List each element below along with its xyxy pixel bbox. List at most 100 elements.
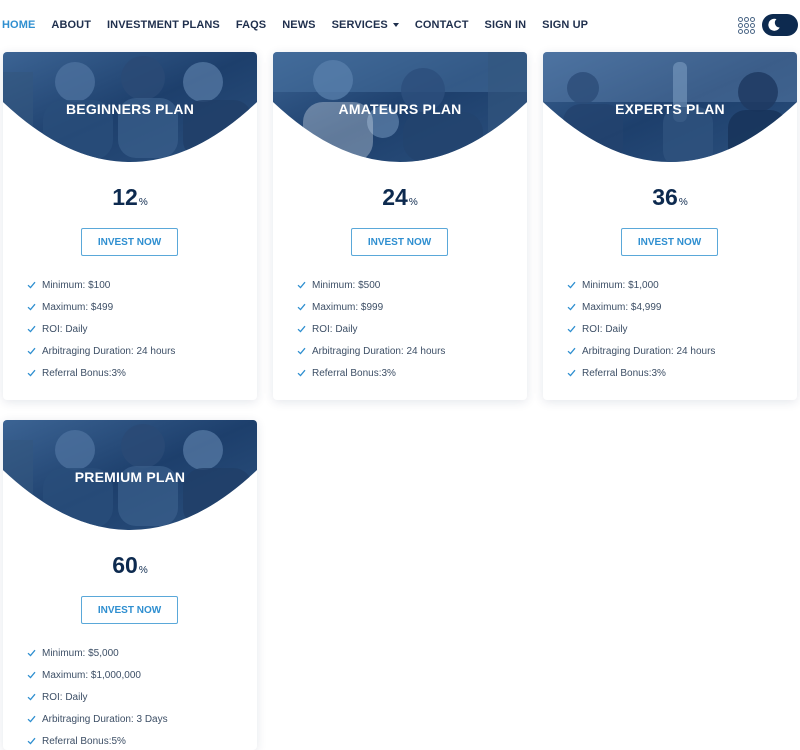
plan-card-premium: PREMIUM PLAN 60% INVEST NOW Minimum: $5,… [3,420,257,750]
plan-rate-unit: % [138,565,148,576]
feature-text: ROI: Daily [312,323,358,335]
nav-news[interactable]: NEWS [282,19,315,31]
feature-text: Maximum: $1,000,000 [42,669,141,681]
check-icon [297,325,306,333]
feature-text: Minimum: $500 [312,279,381,291]
feature-item: Arbitraging Duration: 24 hours [567,340,715,362]
check-icon [27,693,36,701]
top-navbar: HOME ABOUT INVESTMENT PLANS FAQS NEWS SE… [0,0,800,50]
feature-item: Minimum: $5,000 [27,642,168,664]
feature-text: Minimum: $5,000 [42,647,119,659]
check-icon [567,281,576,289]
chevron-down-icon [392,23,399,27]
check-icon [297,303,306,311]
feature-text: Arbitraging Duration: 3 Days [42,713,168,725]
feature-item: Minimum: $100 [27,274,175,296]
plan-rate: 24% [273,184,527,211]
nav-sign-in-label: SIGN IN [484,19,527,31]
check-icon [27,671,36,679]
check-icon [567,369,576,377]
plan-rate-value: 24 [382,184,408,210]
feature-item: ROI: Daily [567,318,715,340]
invest-now-button[interactable]: INVEST NOW [81,228,178,256]
plan-rate-unit: % [138,197,148,208]
nav-services[interactable]: SERVICES [332,19,399,31]
plan-header-image: BEGINNERS PLAN [3,52,257,166]
feature-item: Maximum: $999 [297,296,445,318]
nav-investment-plans[interactable]: INVESTMENT PLANS [107,19,220,31]
nav-sign-up-label: SIGN UP [542,19,589,31]
check-icon [27,281,36,289]
feature-item: Referral Bonus:3% [27,362,175,384]
plan-rate: 36% [543,184,797,211]
feature-text: Maximum: $4,999 [582,301,662,313]
check-icon [297,281,306,289]
plan-rate: 60% [3,552,257,579]
feature-item: Referral Bonus:3% [567,362,715,384]
plan-card-amateurs: AMATEURS PLAN 24% INVEST NOW Minimum: $5… [273,52,527,400]
invest-now-button[interactable]: INVEST NOW [351,228,448,256]
feature-text: ROI: Daily [42,691,88,703]
nav-contact-label: CONTACT [414,19,469,31]
plan-card-beginners: BEGINNERS PLAN 12% INVEST NOW Minimum: $… [3,52,257,400]
dark-mode-toggle[interactable] [762,14,798,36]
plan-rate: 12% [3,184,257,211]
check-icon [27,369,36,377]
nav-about[interactable]: ABOUT [51,19,91,31]
plan-features-list: Minimum: $5,000 Maximum: $1,000,000 ROI:… [27,642,168,750]
plan-header-image: AMATEURS PLAN [273,52,527,166]
plan-title: PREMIUM PLAN [74,469,186,485]
nav-contact[interactable]: CONTACT [415,19,469,31]
feature-item: Maximum: $4,999 [567,296,715,318]
check-icon [27,347,36,355]
plan-rate-unit: % [678,197,688,208]
plan-features-list: Minimum: $1,000 Maximum: $4,999 ROI: Dai… [567,274,715,384]
plan-rate-unit: % [408,197,418,208]
check-icon [27,303,36,311]
nav-sign-up[interactable]: SIGN UP [542,19,588,31]
nav-faqs[interactable]: FAQS [236,19,266,31]
toggle-knob [779,17,795,33]
plan-title: EXPERTS PLAN [615,101,725,117]
nav-home[interactable]: HOME [2,19,35,31]
plan-rate-value: 12 [112,184,138,210]
feature-item: Referral Bonus:5% [27,730,168,750]
feature-item: Minimum: $500 [297,274,445,296]
feature-item: ROI: Daily [27,686,168,708]
plan-rate-value: 60 [112,552,138,578]
nav-about-label: ABOUT [51,19,92,31]
feature-item: Arbitraging Duration: 24 hours [297,340,445,362]
nav-home-label: HOME [2,19,36,31]
feature-text: Referral Bonus:3% [312,367,396,379]
check-icon [297,369,306,377]
nav-sign-in[interactable]: SIGN IN [485,19,527,31]
feature-text: Referral Bonus:3% [582,367,666,379]
plan-title: BEGINNERS PLAN [65,101,195,117]
plan-card-experts: EXPERTS PLAN 36% INVEST NOW Minimum: $1,… [543,52,797,400]
plan-title: AMATEURS PLAN [338,101,462,117]
invest-now-button[interactable]: INVEST NOW [81,596,178,624]
feature-text: Referral Bonus:3% [42,367,126,379]
nav-services-label: SERVICES [331,19,388,31]
check-icon [567,347,576,355]
feature-item: Maximum: $1,000,000 [27,664,168,686]
invest-now-button[interactable]: INVEST NOW [621,228,718,256]
check-icon [567,325,576,333]
feature-item: Minimum: $1,000 [567,274,715,296]
feature-text: Minimum: $100 [42,279,111,291]
plan-features-list: Minimum: $100 Maximum: $499 ROI: Daily A… [27,274,175,384]
feature-text: Arbitraging Duration: 24 hours [312,345,446,357]
feature-text: Referral Bonus:5% [42,735,126,747]
feature-item: Arbitraging Duration: 24 hours [27,340,175,362]
nav-news-label: NEWS [282,19,316,31]
check-icon [27,715,36,723]
apps-grid-icon[interactable] [738,17,755,34]
feature-item: Referral Bonus:3% [297,362,445,384]
check-icon [297,347,306,355]
check-icon [27,325,36,333]
plan-features-list: Minimum: $500 Maximum: $999 ROI: Daily A… [297,274,445,384]
plan-header-image: EXPERTS PLAN [543,52,797,166]
feature-text: ROI: Daily [582,323,628,335]
feature-text: Maximum: $499 [42,301,114,313]
feature-text: ROI: Daily [42,323,88,335]
